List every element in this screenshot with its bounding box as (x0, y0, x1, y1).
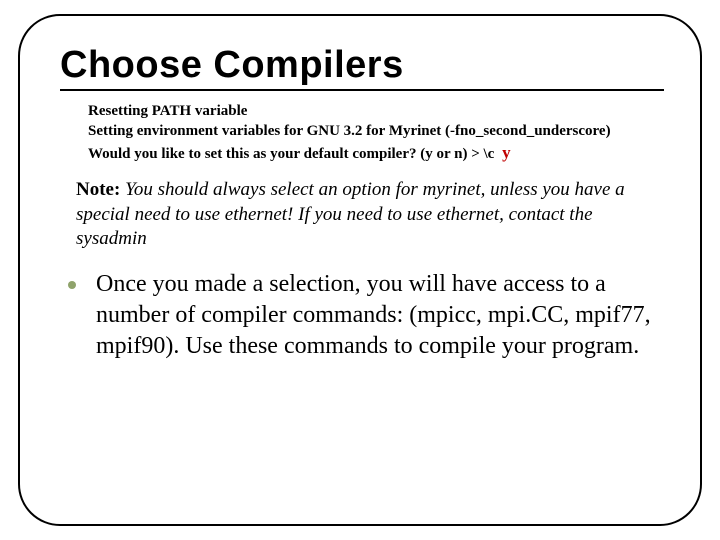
slide-frame: Choose Compilers Resetting PATH variable… (18, 14, 702, 526)
bullet-icon (68, 281, 76, 289)
terminal-line-3: Would you like to set this as your defau… (88, 142, 664, 165)
slide-title: Choose Compilers (60, 44, 664, 87)
terminal-output: Resetting PATH variable Setting environm… (88, 101, 664, 164)
bullet-row: Once you made a selection, you will have… (68, 269, 664, 361)
note-text: You should always select an option for m… (76, 179, 625, 249)
terminal-prompt: Would you like to set this as your defau… (88, 146, 494, 162)
note-label: Note: (76, 179, 120, 200)
terminal-line-1: Resetting PATH variable (88, 101, 664, 121)
slide: Choose Compilers Resetting PATH variable… (0, 0, 720, 540)
body-text: Once you made a selection, you will have… (96, 269, 656, 361)
note-block: Note: You should always select an option… (76, 178, 664, 251)
title-underline (60, 89, 664, 91)
terminal-line-2: Setting environment variables for GNU 3.… (88, 121, 664, 141)
terminal-answer: y (502, 143, 511, 162)
